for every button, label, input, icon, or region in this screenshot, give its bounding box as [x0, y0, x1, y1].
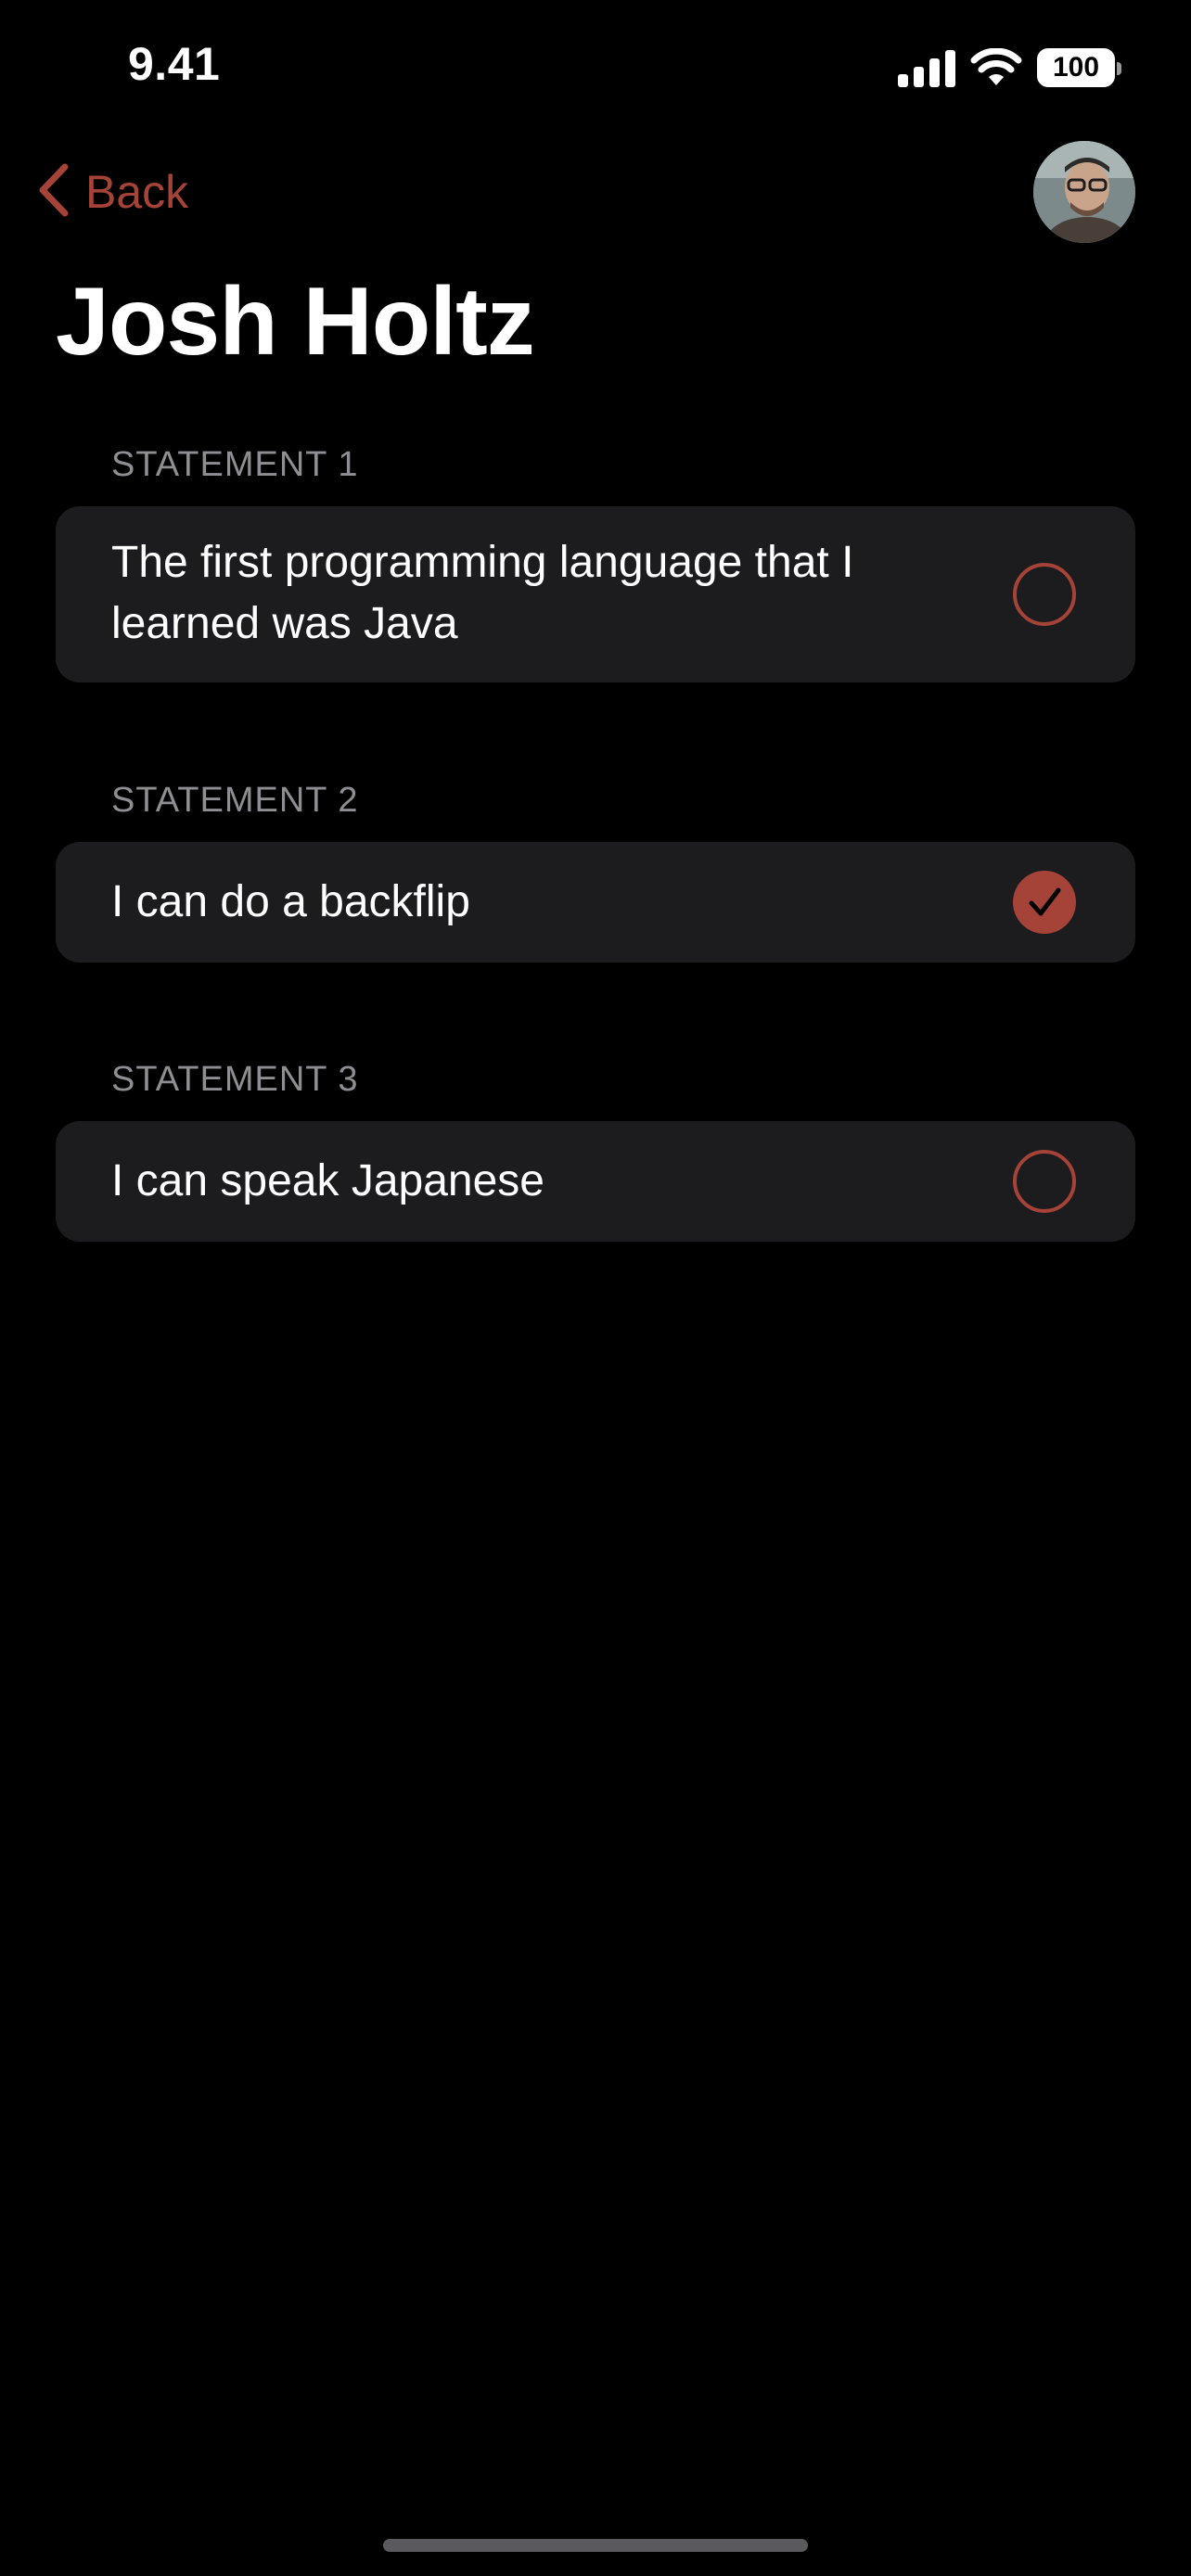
signal-icon [898, 48, 955, 87]
status-time: 9.41 [128, 38, 221, 90]
statement-2-radio[interactable] [1013, 871, 1076, 934]
wifi-icon [970, 48, 1022, 87]
statement-3-label: STATEMENT 3 [111, 1060, 359, 1099]
page-title: Josh Holtz [56, 268, 535, 376]
statement-3-radio[interactable] [1013, 1150, 1076, 1213]
statement-3-card[interactable]: I can speak Japanese [56, 1121, 1135, 1242]
status-bar: 9.41 100 [0, 0, 1191, 139]
statement-1-text-line1: The first programming language that I [111, 538, 854, 587]
back-label: Back [85, 166, 189, 218]
battery-cap [1117, 62, 1121, 75]
chevron-left-icon [33, 161, 72, 223]
battery-level: 100 [1052, 52, 1100, 83]
checkmark-icon [1029, 887, 1061, 916]
statement-1-text-line2: learned was Java [111, 599, 458, 648]
statement-2-card[interactable]: I can do a backflip [56, 842, 1135, 963]
back-button[interactable]: Back [33, 159, 188, 224]
statement-3-text: I can speak Japanese [111, 1156, 544, 1205]
status-icons: 100 [898, 45, 1121, 91]
statement-2-text: I can do a backflip [111, 877, 470, 926]
statement-1-card[interactable]: The first programming language that I le… [56, 506, 1135, 682]
statement-1-text: The first programming language that I le… [111, 532, 853, 655]
statement-1-label: STATEMENT 1 [111, 445, 359, 484]
statement-1-radio[interactable] [1013, 563, 1076, 626]
home-indicator [383, 2539, 808, 2552]
profile-avatar[interactable] [1033, 141, 1135, 243]
statement-2-label: STATEMENT 2 [111, 781, 359, 820]
battery-icon: 100 [1037, 48, 1121, 87]
